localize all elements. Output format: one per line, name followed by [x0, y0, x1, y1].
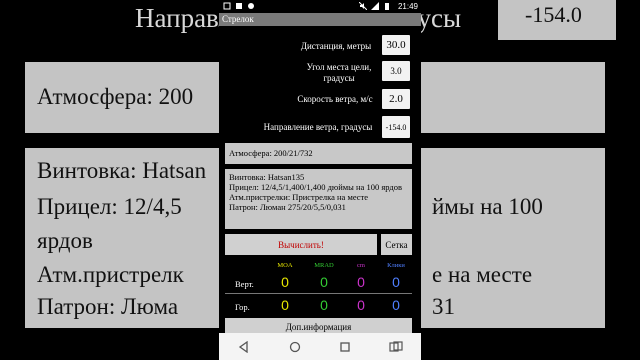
horizontal-clicks-value: 0: [392, 297, 400, 313]
bg-rifle-line-4: Атм.пристрелк: [37, 262, 184, 287]
bg-rifle-line-1: Винтовка: Hatsan: [37, 158, 207, 183]
angle-field[interactable]: 3.0: [382, 61, 410, 81]
signal-icon: [371, 2, 379, 10]
rifle-line: Винтовка: Hatsan135: [229, 172, 305, 182]
bg-rifle-line-3: ярдов: [37, 228, 93, 253]
android-nav-bar: [219, 333, 421, 360]
distance-label: Дистанция, метры: [300, 41, 372, 51]
wind-direction-label: Направление ветра, градусы: [263, 122, 373, 132]
grid-button[interactable]: Сетка: [381, 234, 412, 255]
wind-direction-field[interactable]: -154.0: [382, 116, 410, 138]
image-icon: [236, 3, 242, 9]
app-title: Стрелок: [219, 13, 421, 26]
bg-rifle-right-2: е на месте: [432, 262, 533, 287]
dual-window-icon[interactable]: [389, 340, 403, 354]
distance-field[interactable]: 30.0: [382, 35, 410, 55]
phone-screen: 21:49 Стрелок Дистанция, метры 30.0 Угол…: [219, 0, 421, 360]
vertical-cm-value: 0: [357, 274, 365, 290]
vertical-moa-value: 0: [281, 274, 289, 290]
header-cm: cm: [357, 262, 365, 269]
header-moa: MOA: [277, 262, 293, 269]
notification-icon: [223, 2, 231, 10]
home-icon[interactable]: [288, 340, 302, 354]
calculate-button[interactable]: Вычислить!: [225, 234, 377, 255]
horizontal-mrad-value: 0: [320, 297, 328, 313]
mute-icon: [359, 2, 367, 10]
bg-rifle-right-1: ймы на 100: [432, 194, 543, 219]
more-info-label: Доп.информация: [285, 322, 352, 332]
bg-atmosphere-text: Атмосфера: 200: [37, 84, 194, 109]
vertical-clicks-value: 0: [392, 274, 400, 290]
scope-line: Прицел: 12/4,5/1,400/1,400 дюймы на 100 …: [229, 182, 402, 192]
horizontal-label: Гор.: [235, 302, 250, 312]
horizontal-cm-value: 0: [357, 297, 365, 313]
bg-wind-dir-value: -154.0: [525, 2, 582, 27]
atmosphere-panel[interactable]: Атмосфера: 200/21/732: [225, 143, 412, 164]
bg-rifle-line-2: Прицел: 12/4,5: [37, 194, 182, 219]
back-icon[interactable]: [237, 340, 251, 354]
zero-line: Атм.пристрелки: Пристрелка на месте: [229, 192, 369, 202]
vertical-label: Верт.: [235, 279, 254, 289]
vertical-mrad-value: 0: [320, 274, 328, 290]
status-time: 21:49: [397, 2, 418, 11]
header-clicks: Клики: [387, 262, 405, 269]
horizontal-moa-value: 0: [281, 297, 289, 313]
bg-rifle-line-5: Патрон: Люма: [37, 294, 179, 319]
wind-speed-field[interactable]: 2.0: [382, 89, 410, 109]
battery-icon: [385, 3, 389, 10]
bg-rifle-right-3: 31: [432, 294, 455, 319]
ammo-line: Патрон: Люман 275/20/5,5/0,031: [229, 202, 346, 212]
header-mrad: MRAD: [314, 262, 334, 269]
recents-icon[interactable]: [338, 340, 352, 354]
app-notification-icon: [248, 3, 254, 9]
atmosphere-text: Атмосфера: 200/21/732: [229, 148, 313, 158]
angle-label: Угол места цели, градусы: [306, 62, 372, 83]
status-bar: 21:49: [219, 0, 421, 13]
wind-speed-label: Скорость ветра, м/с: [297, 94, 373, 104]
rifle-panel[interactable]: Винтовка: Hatsan135 Прицел: 12/4,5/1,400…: [225, 169, 412, 229]
results-divider: [225, 293, 412, 294]
